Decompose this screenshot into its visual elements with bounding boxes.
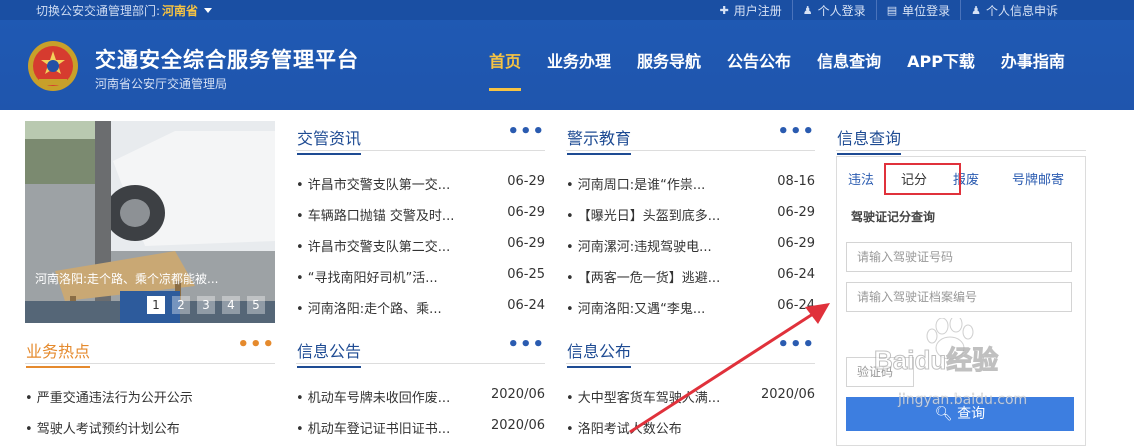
nav-app-download[interactable]: APP下载 (907, 48, 975, 92)
region-switcher[interactable]: 切换公安交通管理部门: 河南省 (36, 2, 213, 19)
list-item[interactable]: • 河南漯河:违规驾驶电... 06-29 (566, 228, 815, 259)
account-links: ✚ 用户注册 ♟ 个人登录 ▤ 单位登录 ♟ 个人信息申诉 (710, 0, 1068, 20)
news-panel-title[interactable]: 交管资讯 (297, 125, 362, 155)
search-icon: 🔍︎ (934, 406, 953, 422)
slider-pagination: 1 2 3 4 5 (140, 296, 265, 314)
list-item[interactable]: • 严重交通违法行为公开公示 (25, 379, 275, 410)
top-bar: 切换公安交通管理部门: 河南省 ✚ 用户注册 ♟ 个人登录 ▤ 单位登录 ♟ 个人信息申诉 (0, 0, 1134, 20)
notice-panel-title[interactable]: 信息公告 (297, 338, 362, 368)
query-tabs: 违法 记分 报废 号牌邮寄 (837, 157, 1085, 199)
nav-info-query[interactable]: 信息查询 (817, 48, 881, 92)
tab-violation[interactable]: 违法 (848, 169, 874, 188)
personal-login-label: 个人登录 (817, 3, 866, 18)
unit-login-link[interactable]: ▤ 单位登录 (875, 0, 960, 20)
query-button-label: 查询 (957, 406, 986, 422)
slider-page-5[interactable]: 5 (247, 296, 265, 314)
license-number-field[interactable]: 请输入驾驶证号码 (846, 242, 1072, 272)
list-item[interactable]: • 【两客一危一货】逃避... 06-24 (566, 259, 815, 290)
slider-page-1[interactable]: 1 (147, 296, 165, 314)
list-item[interactable]: • 车辆路口抛锚 交警及时... 06-29 (296, 197, 545, 228)
register-label: 用户注册 (733, 3, 782, 18)
list-item[interactable]: • 机动车登记证书旧证书... 2020/06 (296, 410, 545, 441)
list-item[interactable]: • 驾驶人考试预约计划公布 (25, 410, 275, 441)
personal-appeal-label: 个人信息申诉 (985, 3, 1058, 18)
region-value[interactable]: 河南省 (162, 4, 198, 18)
slider-page-3[interactable]: 3 (197, 296, 215, 314)
caret-down-icon[interactable] (204, 8, 213, 13)
main-nav: 首页 业务办理 服务导航 公告公布 信息查询 APP下载 办事指南 (478, 48, 1091, 92)
slider-photo (25, 121, 275, 323)
warning-more-button[interactable]: ••• (777, 121, 815, 142)
document-icon: ▤ (886, 3, 898, 17)
query-panel-title: 信息查询 (837, 125, 902, 155)
personal-appeal-link[interactable]: ♟ 个人信息申诉 (960, 0, 1068, 20)
notice-more-button[interactable]: ••• (507, 334, 545, 355)
query-button[interactable]: 🔍︎ 查询 (846, 397, 1074, 431)
plus-icon: ✚ (719, 3, 729, 17)
site-header: 交通安全综合服务管理平台 河南省公安厅交通管理局 首页 业务办理 服务导航 公告… (0, 20, 1134, 110)
nav-business[interactable]: 业务办理 (547, 48, 611, 92)
query-box: 违法 记分 报废 号牌邮寄 驾驶证记分查询 请输入驾驶证号码 请输入驾驶证档案编… (836, 156, 1086, 446)
user-icon: ♟ (802, 3, 813, 17)
list-item[interactable]: • 机动车号牌未收回作废... 2020/06 (296, 379, 545, 410)
region-label: 切换公安交通管理部门: (36, 4, 161, 18)
list-item[interactable]: • 河南周口:是谁“作祟... 08-16 (566, 166, 815, 197)
list-item[interactable]: • 河南洛阳:走个路、乘... 06-24 (296, 290, 545, 321)
hot-panel-title[interactable]: 业务热点 (26, 338, 91, 368)
slider-page-2[interactable]: 2 (172, 296, 190, 314)
nav-announcements[interactable]: 公告公布 (727, 48, 791, 92)
unit-login-label: 单位登录 (902, 3, 951, 18)
list-item[interactable]: • “寻找南阳好司机”活... 06-25 (296, 259, 545, 290)
nav-service-guide[interactable]: 服务导航 (637, 48, 701, 92)
license-file-field[interactable]: 请输入驾驶证档案编号 (846, 282, 1072, 312)
news-more-button[interactable]: ••• (507, 121, 545, 142)
notice-panel: 信息公告 ••• • 机动车号牌未收回作废... 2020/06 • 机动车登记证… (296, 334, 545, 441)
police-emblem-icon (28, 41, 78, 91)
news-slider[interactable]: 河南洛阳:走个路、乘个凉都能被... 1 2 3 4 5 (25, 121, 275, 323)
highlight-box (884, 163, 961, 195)
news-panel: 交管资讯 ••• • 许昌市交警支队第一交... 06-29 • 车辆路口抛锚 交… (296, 121, 545, 321)
nav-guide[interactable]: 办事指南 (1001, 48, 1065, 92)
list-item[interactable]: • 许昌市交警支队第一交... 06-29 (296, 166, 545, 197)
list-item[interactable]: • 许昌市交警支队第二交... 06-29 (296, 228, 545, 259)
hot-panel: 业务热点 ••• • 严重交通违法行为公开公示 • 驾驶人考试预约计划公布 (25, 334, 275, 441)
nav-home[interactable]: 首页 (489, 48, 522, 92)
captcha-field[interactable]: 验证码 (846, 357, 914, 387)
list-item[interactable]: • 【曝光日】头盔到底多... 06-29 (566, 197, 815, 228)
warning-panel-title[interactable]: 警示教育 (567, 125, 632, 155)
personal-login-link[interactable]: ♟ 个人登录 (791, 0, 876, 20)
slider-caption[interactable]: 河南洛阳:走个路、乘个凉都能被... (25, 270, 275, 287)
slider-page-4[interactable]: 4 (222, 296, 240, 314)
site-subtitle: 河南省公安厅交通管理局 (95, 77, 228, 91)
red-arrow-annotation (629, 303, 830, 434)
site-title[interactable]: 交通安全综合服务管理平台 (95, 44, 359, 74)
info-query-panel: 信息查询 违法 记分 报废 号牌邮寄 驾驶证记分查询 请输入驾驶证号码 请输入驾… (836, 121, 1086, 446)
user-icon: ♟ (971, 3, 981, 17)
form-title: 驾驶证记分查询 (851, 210, 936, 224)
tab-plate-mail[interactable]: 号牌邮寄 (1012, 169, 1064, 188)
hot-more-button[interactable]: ••• (237, 334, 275, 355)
register-link[interactable]: ✚ 用户注册 (710, 0, 792, 20)
